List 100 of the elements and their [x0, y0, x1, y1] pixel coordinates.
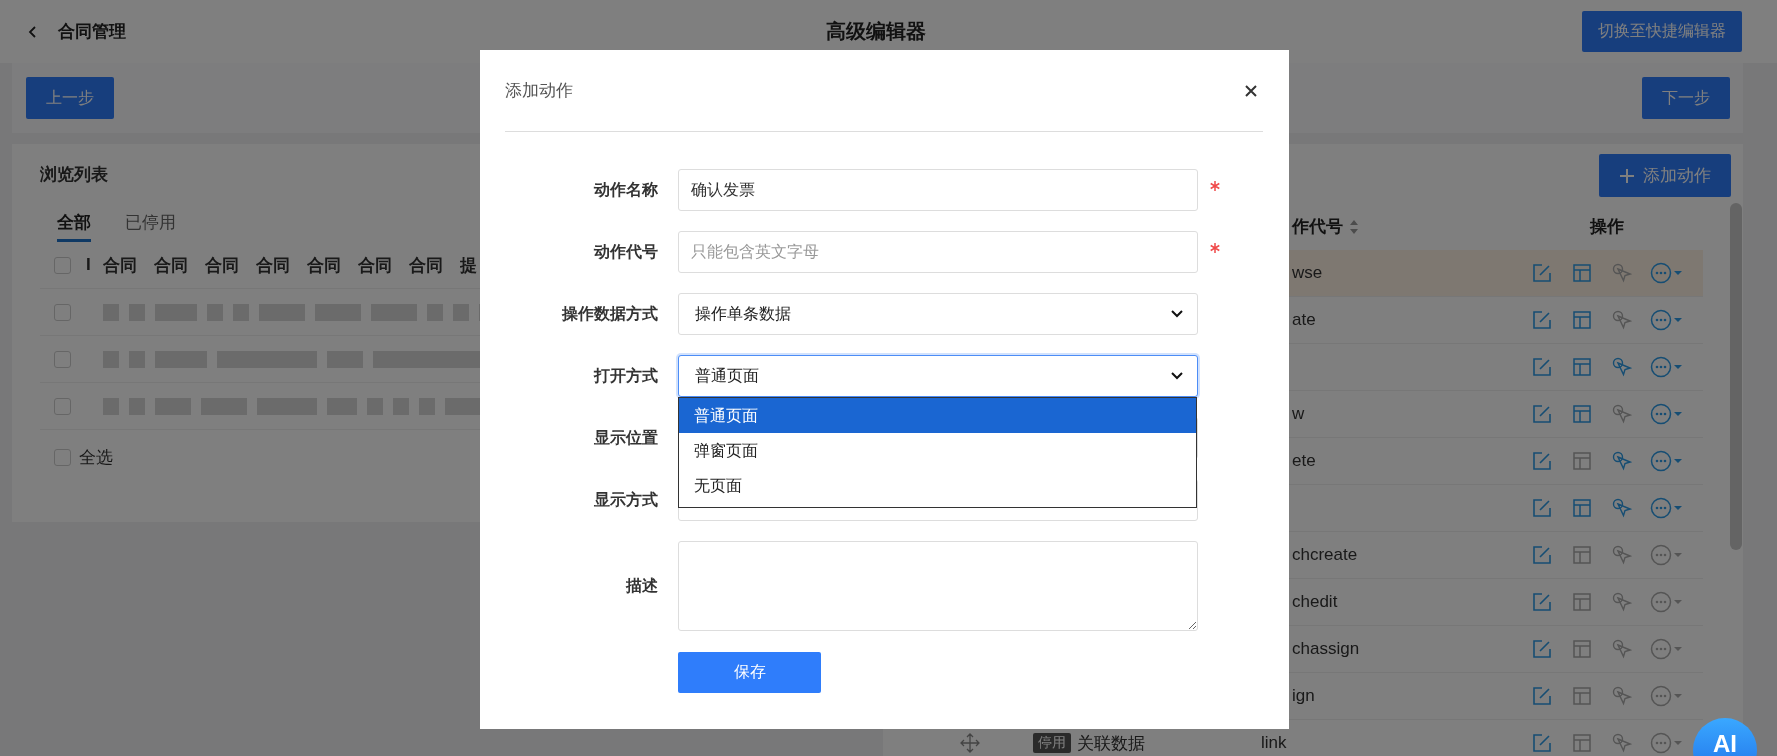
column-header: 合同 [307, 254, 342, 277]
table-cell: ign [1292, 686, 1315, 706]
pointer-icon[interactable] [1612, 451, 1632, 471]
column-header: 作代号 [1292, 216, 1343, 238]
field-label: 打开方式 [592, 365, 658, 386]
pointer-icon[interactable] [1612, 545, 1632, 565]
page-title: 合同管理 [58, 21, 126, 43]
checkbox[interactable] [54, 448, 71, 466]
layout-icon[interactable] [1572, 639, 1592, 659]
more-icon[interactable] [1650, 403, 1682, 425]
layout-icon[interactable] [1572, 498, 1592, 518]
column-header: 合同 [409, 254, 444, 277]
column-header: 合同 [358, 254, 393, 277]
column-header: 合同 [256, 254, 291, 277]
column-header: 合同 [205, 254, 240, 277]
field-label: 描述 [624, 575, 658, 596]
column-header: 提 [460, 254, 478, 277]
more-icon[interactable] [1650, 262, 1682, 284]
field-label: 动作名称 [592, 179, 658, 200]
table-cell: chcreate [1292, 545, 1358, 565]
next-button[interactable]: 下一步 [1642, 77, 1730, 119]
table-cell: link [1261, 733, 1287, 753]
input-field[interactable]: 只能包含英文字母 [678, 231, 1198, 273]
pointer-icon[interactable] [1612, 639, 1632, 659]
add-action-button[interactable]: 添加动作 [1599, 154, 1731, 197]
edit-icon[interactable] [1532, 263, 1552, 283]
edit-icon[interactable] [1532, 592, 1552, 612]
dialog-title: 添加动作 [505, 80, 573, 102]
pointer-icon[interactable] [1612, 498, 1632, 518]
tab[interactable]: 已停用 [125, 211, 176, 242]
layout-icon[interactable] [1572, 686, 1592, 706]
chevron-icon [1171, 372, 1183, 380]
edit-icon[interactable] [1532, 545, 1552, 565]
previous-button[interactable]: 上一步 [26, 77, 114, 119]
edit-icon[interactable] [1532, 310, 1552, 330]
edit-icon[interactable] [1532, 357, 1552, 377]
column-header: 合同 [103, 254, 138, 277]
more-icon[interactable] [1650, 356, 1682, 378]
layout-icon[interactable] [1572, 733, 1592, 753]
pointer-icon[interactable] [1612, 263, 1632, 283]
scrollbar[interactable] [1730, 203, 1742, 550]
drag-icon[interactable] [960, 733, 980, 753]
edit-icon[interactable] [1532, 733, 1552, 753]
plus-icon [1619, 167, 1635, 184]
field-label: 动作代号 [592, 241, 658, 262]
more-icon[interactable] [1650, 685, 1682, 707]
table-cell: chassign [1292, 639, 1360, 659]
editor-title: 高级编辑器 [826, 19, 926, 44]
switch-editor-button[interactable]: 切换至快捷编辑器 [1582, 11, 1742, 52]
table-cell: wse [1292, 263, 1323, 283]
pointer-icon[interactable] [1612, 310, 1632, 330]
pointer-icon[interactable] [1612, 686, 1632, 706]
more-icon[interactable] [1650, 591, 1682, 613]
edit-icon[interactable] [1532, 498, 1552, 518]
layout-icon[interactable] [1572, 404, 1592, 424]
edit-icon[interactable] [1532, 639, 1552, 659]
checkbox[interactable] [54, 397, 71, 415]
checkbox[interactable] [54, 350, 71, 368]
chevron-icon [1171, 310, 1183, 318]
field-label: 操作数据方式 [560, 303, 658, 324]
more-icon[interactable] [1650, 309, 1682, 331]
layout-icon[interactable] [1572, 263, 1592, 283]
layout-icon[interactable] [1572, 357, 1592, 377]
table-cell: w [1292, 404, 1305, 424]
pointer-icon[interactable] [1612, 592, 1632, 612]
layout-icon[interactable] [1572, 451, 1592, 471]
more-icon[interactable] [1650, 638, 1682, 660]
pointer-icon[interactable] [1612, 404, 1632, 424]
more-icon[interactable] [1650, 732, 1682, 754]
field-label: 显示位置 [593, 427, 658, 448]
table-cell: ate [1292, 310, 1316, 330]
checkbox[interactable] [54, 303, 71, 321]
column-header: I [86, 255, 92, 275]
more-icon[interactable] [1650, 450, 1682, 472]
edit-icon[interactable] [1532, 404, 1552, 424]
edit-icon[interactable] [1532, 451, 1552, 471]
edit-icon[interactable] [1532, 686, 1552, 706]
card-title: 浏览列表 [40, 164, 109, 185]
ai-assistant-button[interactable]: AI [1693, 718, 1757, 756]
more-icon[interactable] [1650, 544, 1682, 566]
save-button[interactable]: 保存 [678, 651, 821, 693]
pointer-icon[interactable] [1612, 733, 1632, 753]
sort-icon[interactable] [1349, 218, 1359, 235]
more-icon[interactable] [1650, 497, 1682, 519]
select-field[interactable]: 普通页面 [678, 355, 1198, 397]
table-cell: chedit [1292, 592, 1338, 612]
back-icon[interactable] [28, 24, 38, 39]
table-cell-text: 关联数据 [1077, 732, 1145, 755]
description-field[interactable] [678, 541, 1198, 631]
layout-icon[interactable] [1572, 592, 1592, 612]
select-field[interactable]: 操作单条数据 [678, 293, 1198, 335]
layout-icon[interactable] [1572, 545, 1592, 565]
checkbox[interactable] [54, 256, 71, 274]
input-field[interactable]: 确认发票 [678, 169, 1198, 211]
tab[interactable]: 全部 [57, 211, 91, 242]
dropdown-option[interactable]: 普通页面 [679, 398, 1196, 433]
layout-icon[interactable] [1572, 310, 1592, 330]
close-icon[interactable] [1244, 83, 1258, 98]
pointer-icon[interactable] [1612, 357, 1632, 377]
field-label: 显示方式 [593, 489, 658, 510]
